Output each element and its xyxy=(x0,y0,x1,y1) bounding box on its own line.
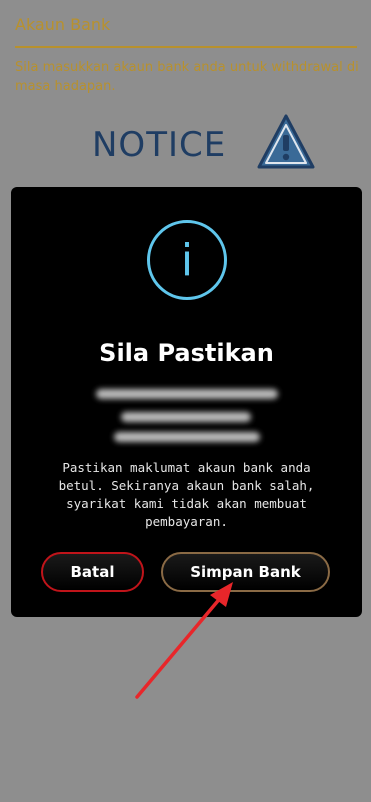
section-title: Akaun Bank xyxy=(15,15,111,34)
confirm-dialog: i Sila Pastikan Pastikan maklumat akaun … xyxy=(11,187,362,617)
redacted-line xyxy=(96,389,278,399)
redacted-line xyxy=(121,412,251,422)
dialog-message: Pastikan maklumat akaun bank anda betul.… xyxy=(58,460,315,529)
info-icon: i xyxy=(147,220,227,300)
notice-banner: NOTICE xyxy=(92,113,322,173)
save-bank-button[interactable]: Simpan Bank xyxy=(161,552,330,592)
section-description: Sila masukkan akaun bank anda untuk with… xyxy=(15,60,359,94)
cancel-button[interactable]: Batal xyxy=(41,552,144,592)
dialog-title: Sila Pastikan xyxy=(99,339,274,367)
notice-label: NOTICE xyxy=(92,125,227,165)
info-glyph: i xyxy=(180,234,194,286)
title-divider xyxy=(15,46,357,48)
warning-icon xyxy=(257,114,315,169)
redacted-line xyxy=(114,432,260,442)
